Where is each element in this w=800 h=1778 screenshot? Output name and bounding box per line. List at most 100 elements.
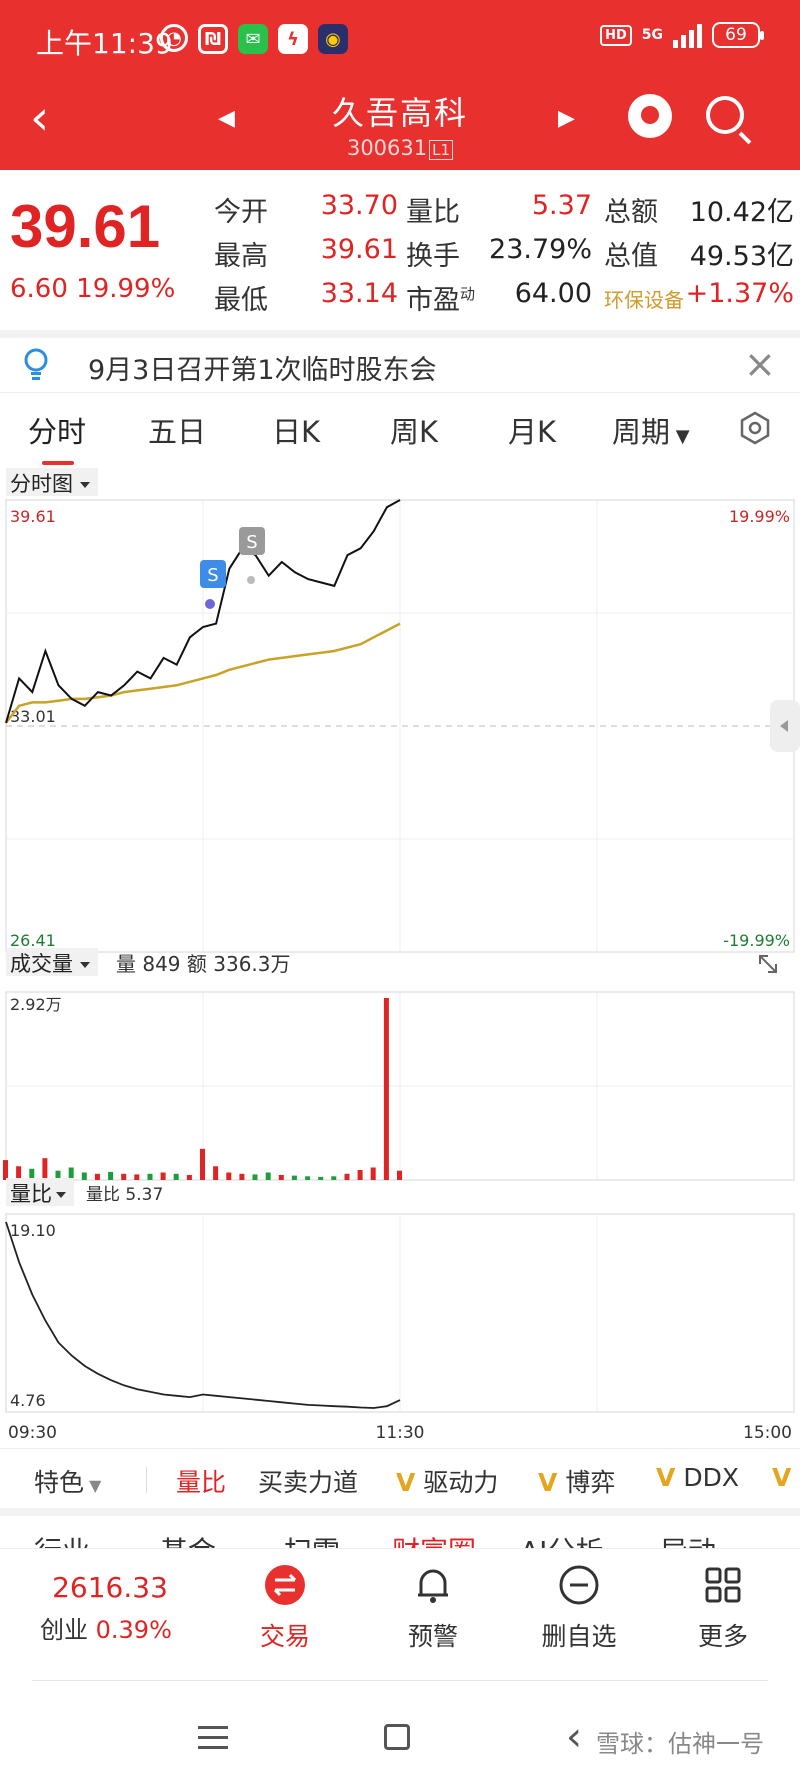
chart-svg[interactable]: 分时图 39.61 33.01 26.41 19.99% -19.99% S S…	[0, 462, 800, 1452]
sub-tab[interactable]: 扫雷	[284, 1530, 340, 1548]
quote-row: 最低 33.14 市盈动 64.00 环保设备 +1.37%	[214, 278, 794, 326]
value-open: 33.70	[320, 190, 398, 221]
app-notification-icon: ϟ	[278, 24, 308, 54]
pct-high-label: 19.99%	[729, 507, 790, 526]
signal-point	[247, 576, 255, 584]
last-price: 39.61	[10, 193, 161, 260]
tab-five-day[interactable]: 五日	[148, 409, 206, 451]
value-low: 33.14	[320, 278, 398, 309]
quote-row: 今开 33.70 量比 5.37 总额 10.42亿	[214, 190, 794, 238]
remove-watchlist-label: 删自选	[541, 1622, 617, 1651]
volume-bar	[3, 1160, 8, 1180]
volume-bar	[213, 1166, 219, 1180]
volume-bar	[370, 1167, 376, 1180]
more-button[interactable]: 更多	[668, 1563, 778, 1653]
divider	[146, 1467, 147, 1493]
indicator-bar: 特色 ▼ 量比 买卖力道 V 驱动力 V 博弈 V DDX V	[0, 1448, 800, 1508]
divider	[32, 1680, 768, 1681]
sub-tab[interactable]: 行业	[34, 1530, 90, 1548]
tab-monthly-k[interactable]: 月K	[508, 409, 556, 451]
volume-bar	[383, 998, 389, 1180]
grid-icon	[705, 1567, 741, 1603]
index-value: 2616.33	[52, 1571, 168, 1604]
volume-bar	[226, 1172, 232, 1180]
hd-icon: HD	[600, 24, 632, 46]
tab-intraday[interactable]: 分时	[28, 409, 86, 465]
volume-bar	[173, 1173, 179, 1180]
price-low-label: 26.41	[10, 931, 56, 950]
sub-tab[interactable]: AI分析	[520, 1530, 603, 1548]
pct-low-label: -19.99%	[723, 931, 790, 950]
volume-bar	[344, 1173, 350, 1180]
indicator-game[interactable]: V 博弈	[538, 1463, 615, 1499]
level-badge: L1	[429, 140, 454, 160]
bell-icon	[418, 1569, 448, 1603]
signal-icon	[673, 22, 702, 48]
sub-tab[interactable]: 异动	[660, 1530, 716, 1548]
menu-icon[interactable]	[198, 1726, 228, 1756]
sub-tab[interactable]: 基金	[160, 1530, 216, 1548]
volume-bar	[305, 1176, 311, 1180]
remove-watchlist-button[interactable]: 删自选	[524, 1563, 634, 1653]
volume-bar	[81, 1172, 87, 1180]
bottom-toolbar: 2616.33 创业 0.39% 交易 预警 删自选 更多	[0, 1548, 800, 1668]
search-icon[interactable]	[706, 96, 744, 134]
alert-label: 预警	[407, 1622, 458, 1651]
volume-bar	[186, 1175, 192, 1180]
caret-down-icon: ▼	[670, 426, 690, 447]
lightbulb-icon	[24, 348, 48, 380]
ratio-info: 量比 5.37	[86, 1185, 163, 1205]
indicator-volume-ratio[interactable]: 量比	[176, 1463, 226, 1499]
volume-title[interactable]: 成交量	[10, 952, 73, 976]
tab-weekly-k[interactable]: 周K	[390, 409, 438, 451]
time-start-label: 09:30	[8, 1423, 57, 1443]
special-dropdown[interactable]: 特色 ▼	[34, 1463, 101, 1499]
value-turnover-rate: 23.79%	[489, 234, 592, 265]
intraday-chart[interactable]: 分时图 39.61 33.01 26.41 19.99% -19.99% S S…	[0, 462, 800, 1452]
price-high-label: 39.61	[10, 507, 56, 526]
settings-hex-icon[interactable]	[738, 411, 772, 445]
trade-button[interactable]: 交易	[230, 1563, 340, 1653]
indicator-buy-sell-force[interactable]: 买卖力道	[258, 1463, 358, 1499]
battery-icon: 69	[712, 22, 764, 48]
indicator-driving-force[interactable]: V 驱动力	[396, 1463, 498, 1499]
chart-tabs: 分时 五日 日K 周K 月K 周期 ▼	[0, 392, 800, 465]
back-icon[interactable]: ‹	[566, 1714, 582, 1760]
volume-bar	[108, 1171, 114, 1180]
close-icon[interactable]: ×	[744, 342, 776, 386]
time-end-label: 15:00	[743, 1423, 792, 1443]
volume-bar	[318, 1176, 324, 1180]
nfc-icon: ₪	[198, 24, 228, 54]
volume-bar	[134, 1174, 140, 1180]
notice-bar[interactable]: 9月3日召开第1次临时股东会 ×	[0, 330, 800, 390]
volume-bar	[239, 1173, 245, 1180]
indicator-ddx[interactable]: V DDX	[656, 1463, 739, 1492]
network-type: 5G	[641, 27, 663, 43]
volume-bar	[121, 1173, 127, 1180]
mascot-icon[interactable]	[628, 94, 672, 138]
special-label: 特色	[34, 1468, 85, 1497]
expand-icon[interactable]	[759, 955, 777, 973]
alert-button[interactable]: 预警	[378, 1563, 488, 1653]
stock-header: ‹ ◀ 久吾高科 300631 L1 ▶	[0, 80, 800, 170]
next-stock-button[interactable]: ▶	[558, 106, 575, 131]
wechat-icon: ✉	[238, 24, 268, 54]
indicator-more[interactable]: V	[772, 1463, 799, 1492]
notice-text: 9月3日召开第1次临时股东会	[88, 355, 437, 386]
volume-bar	[397, 1170, 402, 1180]
index-quote[interactable]: 2616.33 创业 0.39%	[40, 1571, 180, 1645]
tab-period-label: 周期	[612, 415, 671, 449]
tab-daily-k[interactable]: 日K	[272, 409, 320, 451]
volume-bar	[291, 1175, 297, 1180]
signal-label: S	[246, 532, 257, 553]
vip-icon: V	[396, 1468, 416, 1497]
sub-tab[interactable]: 财富圈	[392, 1530, 476, 1548]
trade-label: 交易	[259, 1622, 310, 1651]
main-chart-title[interactable]: 分时图	[10, 472, 73, 496]
ratio-title[interactable]: 量比	[10, 1182, 52, 1206]
signal-point	[205, 599, 215, 609]
sub-tabs-row: 行业 基金 扫雷 财富圈 AI分析 异动	[0, 1508, 800, 1548]
minus-circle-icon	[559, 1565, 599, 1605]
home-icon[interactable]	[384, 1724, 410, 1750]
tab-period[interactable]: 周期 ▼	[612, 409, 690, 451]
